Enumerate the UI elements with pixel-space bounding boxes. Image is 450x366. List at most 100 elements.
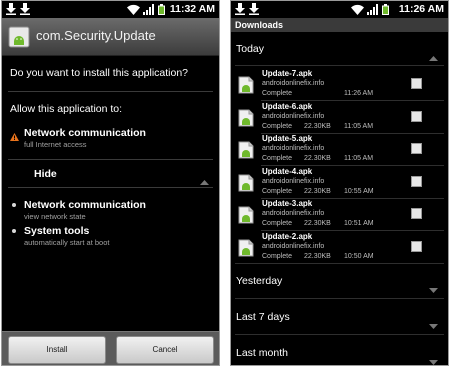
divider — [8, 187, 213, 188]
file-status-line: Complete 22.30KB 11:05 AM — [262, 155, 373, 162]
file-time: 11:05 AM — [344, 155, 374, 162]
file-time: 10:51 AM — [344, 220, 374, 227]
app-header: com.Security.Update — [2, 18, 219, 56]
file-status: Complete — [262, 252, 292, 260]
download-item[interactable]: Update-2.apk androidonlinefix.info Complet… — [231, 232, 448, 264]
file-source: androidonlinefix.info — [262, 210, 325, 217]
battery-icon — [382, 4, 389, 15]
download-item[interactable]: Update-4.apk androidonlinefix.info Complet… — [231, 167, 448, 199]
download-item[interactable]: Update-7.apk androidonlinefix.info Complet… — [231, 69, 448, 101]
file-source: androidonlinefix.info — [262, 145, 325, 152]
cancel-button[interactable]: Cancel — [116, 336, 214, 364]
divider — [235, 263, 444, 264]
android-package-icon — [8, 26, 30, 48]
select-checkbox[interactable] — [411, 240, 422, 252]
chevron-down-icon — [429, 316, 438, 334]
permission-title: System tools — [24, 225, 90, 237]
file-size: 22.30KB — [304, 220, 331, 227]
status-bar: 11:32 AM — [2, 1, 219, 18]
select-checkbox[interactable] — [411, 78, 422, 89]
divider — [235, 334, 444, 335]
download-item[interactable]: Update-6.apk androidonlinefix.info Complet… — [231, 102, 448, 134]
file-status: Complete — [262, 122, 292, 130]
file-status: Complete — [262, 187, 292, 195]
downloads-header: Downloads — [231, 18, 448, 32]
hide-label: Hide — [34, 168, 57, 180]
select-checkbox[interactable] — [411, 143, 422, 154]
file-status-line: Complete 22.30KB 10:55 AM — [262, 188, 374, 195]
permission-title: Network communication — [24, 127, 146, 139]
apk-file-icon — [238, 206, 254, 224]
file-time: 11:26 AM — [344, 90, 374, 97]
file-status-line: Complete 22.30KB 10:50 AM — [262, 253, 374, 260]
group-today[interactable]: Today — [231, 39, 448, 61]
file-status-line: Complete 11:26 AM — [262, 90, 373, 97]
file-size: 22.30KB — [304, 155, 331, 162]
permission-subtitle: view network state — [24, 212, 86, 221]
file-status: Complete — [262, 90, 292, 97]
download-icon — [20, 3, 30, 15]
file-status-line: Complete 22.30KB 11:05 AM — [262, 123, 373, 130]
apk-file-icon — [238, 141, 254, 159]
file-name: Update-7.apk — [262, 69, 313, 78]
wifi-icon — [127, 4, 140, 15]
download-item[interactable]: Update-5.apk androidonlinefix.info Complet… — [231, 134, 448, 166]
battery-icon — [158, 4, 165, 15]
download-item[interactable]: Update-3.apk androidonlinefix.info Complet… — [231, 199, 448, 231]
select-checkbox[interactable] — [411, 208, 422, 219]
file-name: Update-4.apk — [262, 166, 313, 176]
group-last-month[interactable]: Last month — [231, 343, 448, 365]
allow-heading: Allow this application to: — [10, 103, 123, 115]
select-checkbox[interactable] — [411, 110, 422, 122]
chevron-down-icon — [429, 352, 438, 365]
divider — [235, 298, 444, 299]
file-name: Update-2.apk — [262, 231, 313, 241]
file-name: Update-3.apk — [262, 199, 313, 208]
status-clock: 11:32 AM — [169, 3, 215, 15]
file-status: Complete — [262, 155, 292, 162]
file-status: Complete — [262, 220, 292, 227]
divider — [8, 159, 213, 160]
file-time: 11:05 AM — [344, 122, 374, 130]
button-bar: Install Cancel — [2, 331, 219, 365]
download-icon — [249, 3, 259, 15]
file-time: 10:50 AM — [344, 252, 374, 260]
permission-title: Network communication — [24, 199, 146, 211]
group-yesterday[interactable]: Yesterday — [231, 271, 448, 293]
apk-file-icon — [238, 76, 254, 94]
file-time: 10:55 AM — [344, 187, 374, 195]
downloads-screen: 11:26 AM Downloads Today Update-7.apk and… — [230, 0, 449, 366]
permission-subtitle: automatically start at boot — [24, 238, 110, 247]
chevron-up-icon — [429, 48, 438, 66]
group-label: Today — [236, 43, 265, 55]
warning-icon — [10, 128, 19, 146]
group-label: Last 7 days — [236, 311, 290, 323]
install-button[interactable]: Install — [8, 336, 106, 364]
apk-file-icon — [238, 109, 254, 127]
chevron-down-icon — [429, 280, 438, 298]
file-size: 22.30KB — [304, 252, 331, 260]
install-question: Do you want to install this application? — [10, 67, 189, 79]
status-clock: 11:26 AM — [398, 3, 444, 15]
divider — [8, 91, 213, 92]
install-screen: 11:32 AM com.Security.Update Do you want… — [1, 0, 220, 366]
bullet-icon — [12, 229, 16, 233]
download-icon — [6, 3, 16, 15]
file-source: androidonlinefix.info — [262, 112, 325, 120]
group-last-7-days[interactable]: Last 7 days — [231, 307, 448, 329]
apk-file-icon — [238, 239, 254, 257]
bullet-icon — [12, 203, 16, 207]
app-title: com.Security.Update — [36, 28, 156, 43]
file-source: androidonlinefix.info — [262, 80, 325, 87]
file-size: 22.30KB — [304, 187, 331, 195]
wifi-icon — [351, 4, 364, 15]
hide-toggle[interactable]: Hide — [2, 164, 219, 186]
signal-icon — [367, 4, 379, 15]
select-checkbox[interactable] — [411, 175, 422, 187]
file-size: 22.30KB — [304, 122, 331, 130]
file-status-line: Complete 22.30KB 10:51 AM — [262, 220, 374, 227]
signal-icon — [143, 4, 155, 15]
download-icon — [235, 3, 245, 15]
file-name: Update-5.apk — [262, 134, 313, 143]
divider — [235, 65, 444, 66]
